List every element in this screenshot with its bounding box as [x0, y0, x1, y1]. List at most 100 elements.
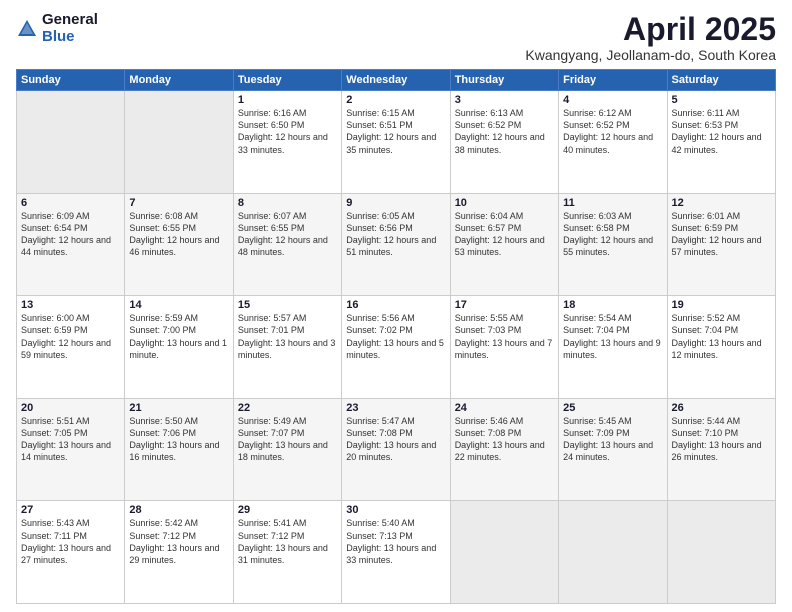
day-info: Sunrise: 6:11 AM Sunset: 6:53 PM Dayligh…: [672, 107, 771, 156]
col-thursday: Thursday: [450, 70, 558, 91]
table-row: 1Sunrise: 6:16 AM Sunset: 6:50 PM Daylig…: [233, 91, 341, 194]
day-number: 11: [563, 197, 662, 209]
logo: General Blue: [16, 12, 98, 45]
title-block: April 2025 Kwangyang, Jeollanam-do, Sout…: [525, 12, 776, 63]
day-info: Sunrise: 5:59 AM Sunset: 7:00 PM Dayligh…: [129, 312, 228, 361]
table-row: 22Sunrise: 5:49 AM Sunset: 7:07 PM Dayli…: [233, 398, 341, 501]
day-info: Sunrise: 6:15 AM Sunset: 6:51 PM Dayligh…: [346, 107, 445, 156]
table-row: 19Sunrise: 5:52 AM Sunset: 7:04 PM Dayli…: [667, 296, 775, 399]
day-number: 20: [21, 402, 120, 414]
col-monday: Monday: [125, 70, 233, 91]
table-row: 12Sunrise: 6:01 AM Sunset: 6:59 PM Dayli…: [667, 193, 775, 296]
table-row: 30Sunrise: 5:40 AM Sunset: 7:13 PM Dayli…: [342, 501, 450, 604]
table-row: 25Sunrise: 5:45 AM Sunset: 7:09 PM Dayli…: [559, 398, 667, 501]
day-info: Sunrise: 5:47 AM Sunset: 7:08 PM Dayligh…: [346, 415, 445, 464]
table-row: 17Sunrise: 5:55 AM Sunset: 7:03 PM Dayli…: [450, 296, 558, 399]
table-row: 21Sunrise: 5:50 AM Sunset: 7:06 PM Dayli…: [125, 398, 233, 501]
table-row: 13Sunrise: 6:00 AM Sunset: 6:59 PM Dayli…: [17, 296, 125, 399]
day-number: 2: [346, 94, 445, 106]
table-row: 18Sunrise: 5:54 AM Sunset: 7:04 PM Dayli…: [559, 296, 667, 399]
calendar-week-row: 1Sunrise: 6:16 AM Sunset: 6:50 PM Daylig…: [17, 91, 776, 194]
col-saturday: Saturday: [667, 70, 775, 91]
calendar-week-row: 6Sunrise: 6:09 AM Sunset: 6:54 PM Daylig…: [17, 193, 776, 296]
location-subtitle: Kwangyang, Jeollanam-do, South Korea: [525, 47, 776, 63]
table-row: [450, 501, 558, 604]
day-number: 16: [346, 299, 445, 311]
table-row: 10Sunrise: 6:04 AM Sunset: 6:57 PM Dayli…: [450, 193, 558, 296]
day-info: Sunrise: 5:43 AM Sunset: 7:11 PM Dayligh…: [21, 517, 120, 566]
day-info: Sunrise: 6:08 AM Sunset: 6:55 PM Dayligh…: [129, 210, 228, 259]
day-number: 12: [672, 197, 771, 209]
table-row: 28Sunrise: 5:42 AM Sunset: 7:12 PM Dayli…: [125, 501, 233, 604]
day-info: Sunrise: 5:51 AM Sunset: 7:05 PM Dayligh…: [21, 415, 120, 464]
table-row: 14Sunrise: 5:59 AM Sunset: 7:00 PM Dayli…: [125, 296, 233, 399]
table-row: 16Sunrise: 5:56 AM Sunset: 7:02 PM Dayli…: [342, 296, 450, 399]
day-info: Sunrise: 5:57 AM Sunset: 7:01 PM Dayligh…: [238, 312, 337, 361]
day-number: 25: [563, 402, 662, 414]
day-number: 22: [238, 402, 337, 414]
day-number: 23: [346, 402, 445, 414]
calendar-week-row: 13Sunrise: 6:00 AM Sunset: 6:59 PM Dayli…: [17, 296, 776, 399]
calendar-table: Sunday Monday Tuesday Wednesday Thursday…: [16, 69, 776, 604]
day-info: Sunrise: 5:50 AM Sunset: 7:06 PM Dayligh…: [129, 415, 228, 464]
calendar-week-row: 27Sunrise: 5:43 AM Sunset: 7:11 PM Dayli…: [17, 501, 776, 604]
calendar-week-row: 20Sunrise: 5:51 AM Sunset: 7:05 PM Dayli…: [17, 398, 776, 501]
header: General Blue April 2025 Kwangyang, Jeoll…: [16, 12, 776, 63]
day-info: Sunrise: 5:46 AM Sunset: 7:08 PM Dayligh…: [455, 415, 554, 464]
day-info: Sunrise: 6:16 AM Sunset: 6:50 PM Dayligh…: [238, 107, 337, 156]
col-tuesday: Tuesday: [233, 70, 341, 91]
logo-text: General Blue: [42, 12, 98, 45]
day-info: Sunrise: 6:01 AM Sunset: 6:59 PM Dayligh…: [672, 210, 771, 259]
day-number: 15: [238, 299, 337, 311]
day-info: Sunrise: 5:44 AM Sunset: 7:10 PM Dayligh…: [672, 415, 771, 464]
day-info: Sunrise: 5:52 AM Sunset: 7:04 PM Dayligh…: [672, 312, 771, 361]
day-info: Sunrise: 6:04 AM Sunset: 6:57 PM Dayligh…: [455, 210, 554, 259]
table-row: [667, 501, 775, 604]
day-number: 3: [455, 94, 554, 106]
day-number: 19: [672, 299, 771, 311]
day-info: Sunrise: 5:42 AM Sunset: 7:12 PM Dayligh…: [129, 517, 228, 566]
day-number: 9: [346, 197, 445, 209]
day-info: Sunrise: 5:45 AM Sunset: 7:09 PM Dayligh…: [563, 415, 662, 464]
day-info: Sunrise: 6:09 AM Sunset: 6:54 PM Dayligh…: [21, 210, 120, 259]
day-info: Sunrise: 5:55 AM Sunset: 7:03 PM Dayligh…: [455, 312, 554, 361]
col-wednesday: Wednesday: [342, 70, 450, 91]
day-info: Sunrise: 6:12 AM Sunset: 6:52 PM Dayligh…: [563, 107, 662, 156]
day-info: Sunrise: 5:54 AM Sunset: 7:04 PM Dayligh…: [563, 312, 662, 361]
table-row: 29Sunrise: 5:41 AM Sunset: 7:12 PM Dayli…: [233, 501, 341, 604]
calendar-header-row: Sunday Monday Tuesday Wednesday Thursday…: [17, 70, 776, 91]
day-info: Sunrise: 5:56 AM Sunset: 7:02 PM Dayligh…: [346, 312, 445, 361]
day-info: Sunrise: 6:13 AM Sunset: 6:52 PM Dayligh…: [455, 107, 554, 156]
table-row: 26Sunrise: 5:44 AM Sunset: 7:10 PM Dayli…: [667, 398, 775, 501]
month-title: April 2025: [525, 12, 776, 47]
day-info: Sunrise: 6:00 AM Sunset: 6:59 PM Dayligh…: [21, 312, 120, 361]
day-number: 14: [129, 299, 228, 311]
day-number: 21: [129, 402, 228, 414]
logo-general: General: [42, 12, 98, 29]
col-sunday: Sunday: [17, 70, 125, 91]
day-number: 18: [563, 299, 662, 311]
table-row: 11Sunrise: 6:03 AM Sunset: 6:58 PM Dayli…: [559, 193, 667, 296]
day-number: 24: [455, 402, 554, 414]
logo-blue: Blue: [42, 29, 98, 46]
day-info: Sunrise: 6:03 AM Sunset: 6:58 PM Dayligh…: [563, 210, 662, 259]
day-number: 6: [21, 197, 120, 209]
day-info: Sunrise: 6:07 AM Sunset: 6:55 PM Dayligh…: [238, 210, 337, 259]
table-row: [559, 501, 667, 604]
table-row: 8Sunrise: 6:07 AM Sunset: 6:55 PM Daylig…: [233, 193, 341, 296]
day-number: 28: [129, 504, 228, 516]
day-number: 8: [238, 197, 337, 209]
table-row: 7Sunrise: 6:08 AM Sunset: 6:55 PM Daylig…: [125, 193, 233, 296]
table-row: 20Sunrise: 5:51 AM Sunset: 7:05 PM Dayli…: [17, 398, 125, 501]
day-number: 26: [672, 402, 771, 414]
day-number: 30: [346, 504, 445, 516]
day-number: 10: [455, 197, 554, 209]
table-row: 27Sunrise: 5:43 AM Sunset: 7:11 PM Dayli…: [17, 501, 125, 604]
col-friday: Friday: [559, 70, 667, 91]
logo-icon: [16, 18, 38, 40]
day-number: 17: [455, 299, 554, 311]
table-row: 9Sunrise: 6:05 AM Sunset: 6:56 PM Daylig…: [342, 193, 450, 296]
day-info: Sunrise: 5:49 AM Sunset: 7:07 PM Dayligh…: [238, 415, 337, 464]
table-row: 15Sunrise: 5:57 AM Sunset: 7:01 PM Dayli…: [233, 296, 341, 399]
table-row: 5Sunrise: 6:11 AM Sunset: 6:53 PM Daylig…: [667, 91, 775, 194]
